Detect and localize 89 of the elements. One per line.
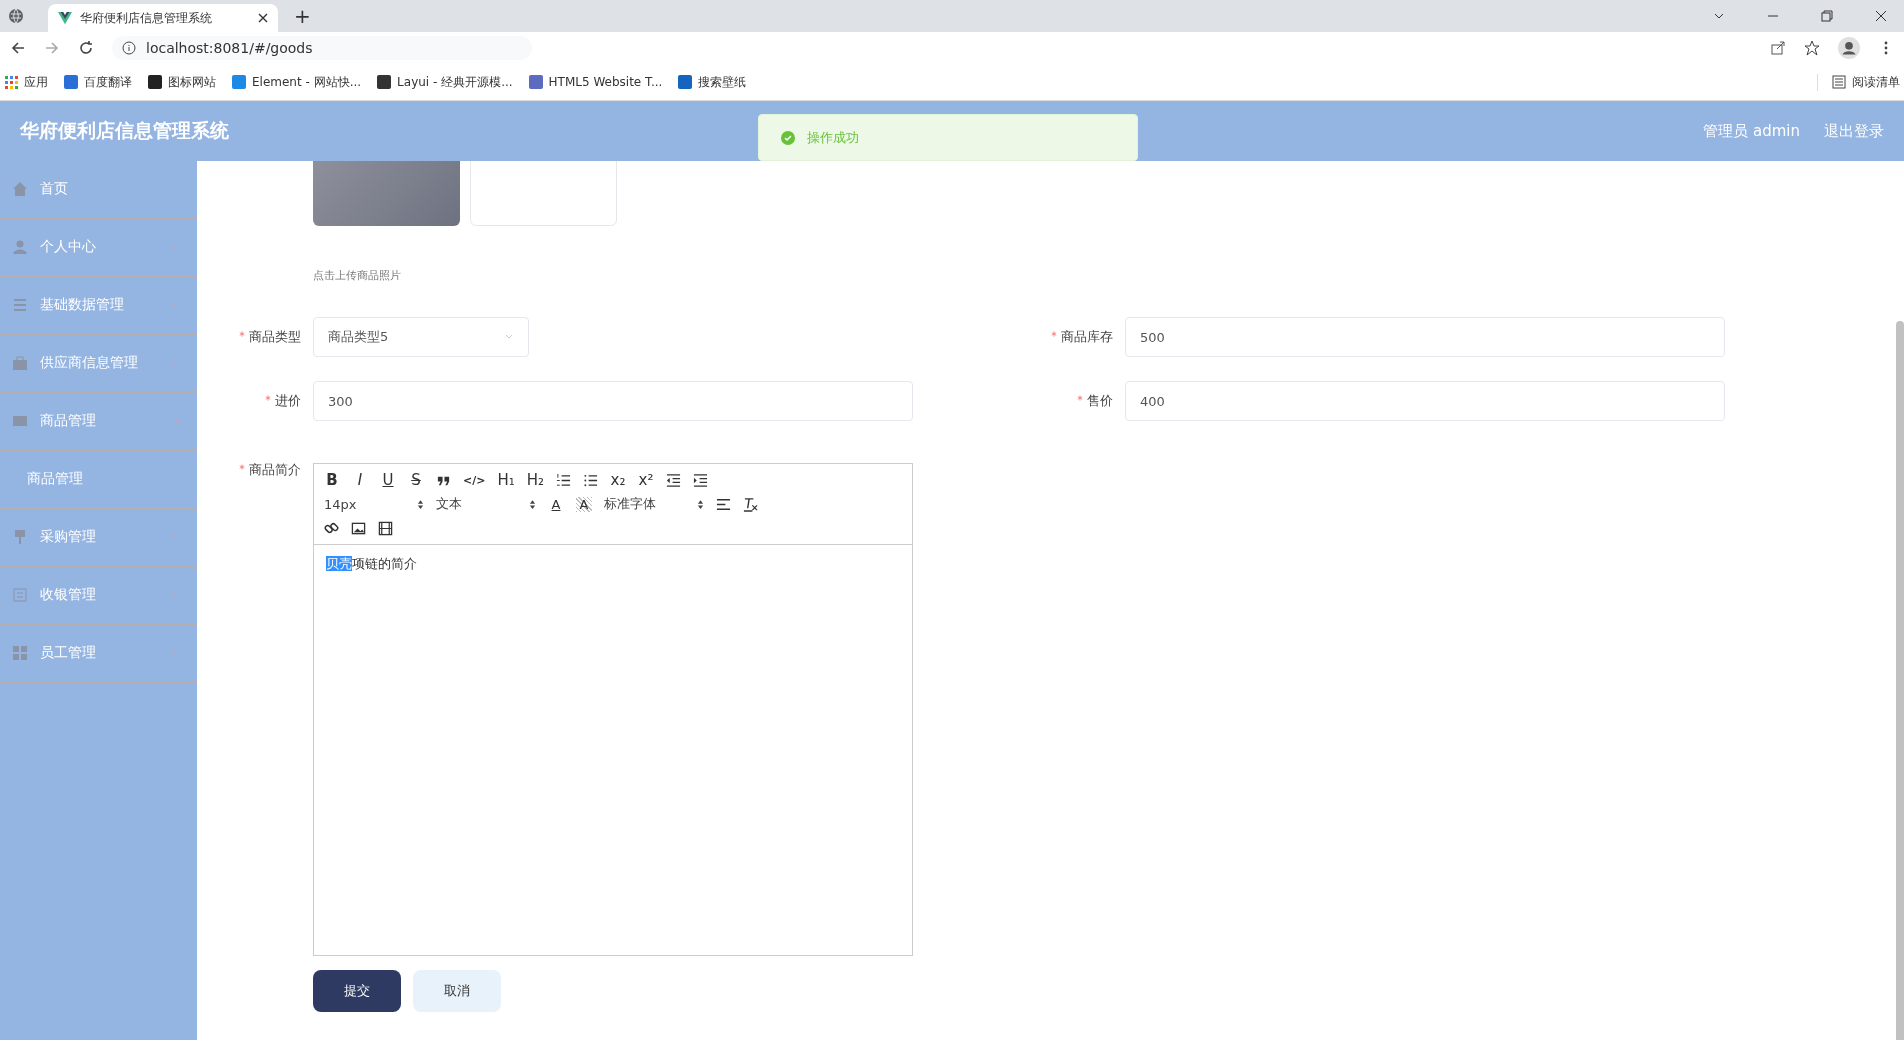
info-icon	[122, 41, 136, 55]
share-icon[interactable]	[1770, 40, 1786, 56]
reading-list-link[interactable]: 阅读清单	[1817, 73, 1900, 91]
field-label: 售价	[1009, 392, 1113, 410]
required-icon	[1077, 395, 1083, 401]
cancel-button[interactable]: 取消	[413, 970, 501, 1012]
site-favicon-icon	[64, 75, 78, 89]
app-title: 华府便利店信息管理系统	[20, 118, 229, 143]
profile-icon[interactable]	[1838, 37, 1860, 59]
bookmark-link[interactable]: Element - 网站快...	[232, 73, 362, 91]
menu-icon	[12, 529, 28, 545]
up-down-arrows-icon	[417, 498, 424, 510]
bookmark-link[interactable]: HTML5 Website T...	[528, 75, 663, 89]
toolbar-button[interactable]: S	[408, 471, 424, 489]
bookmark-link[interactable]: Layui - 经典开源模...	[377, 73, 513, 91]
user-name: 管理员 admin	[1703, 121, 1800, 141]
site-favicon-icon	[377, 75, 392, 89]
up-down-arrows-icon	[529, 498, 536, 510]
menu-icon	[12, 413, 28, 429]
tab-title: 华府便利店信息管理系统	[80, 9, 213, 27]
required-icon	[265, 395, 271, 401]
bookmark-link[interactable]: 应用	[4, 73, 48, 91]
indent-icon[interactable]	[666, 472, 682, 488]
text-field[interactable]: 500	[1125, 317, 1725, 357]
bookmark-link[interactable]: 图标网站	[148, 73, 216, 91]
toolbar-button[interactable]: x₂	[610, 471, 627, 489]
align-left-icon[interactable]	[716, 496, 731, 512]
indent-icon[interactable]	[693, 472, 709, 488]
toolbar-button[interactable]: x²	[638, 471, 655, 489]
text-field[interactable]: 300	[313, 381, 913, 421]
upload-hint: 点击上传商品照片	[313, 268, 402, 283]
image-icon[interactable]	[351, 520, 366, 536]
field-label: 商品类型	[197, 328, 301, 346]
toolbar-button[interactable]: A	[576, 496, 592, 512]
new-tab-button[interactable]: +	[286, 4, 319, 28]
site-favicon-icon	[148, 75, 162, 89]
restore-icon[interactable]	[1820, 9, 1834, 23]
bookmark-link[interactable]: 百度翻译	[64, 73, 132, 91]
menu-icon	[12, 645, 28, 661]
field-label: 进价	[197, 392, 301, 410]
menu-icon	[12, 587, 28, 603]
text-field[interactable]: 400	[1125, 381, 1725, 421]
required-icon	[239, 464, 245, 470]
toolbar-button[interactable]: H₁	[497, 471, 515, 489]
success-toast: 操作成功	[758, 114, 1138, 161]
site-favicon-icon	[678, 75, 693, 89]
submit-button[interactable]: 提交	[313, 970, 401, 1012]
select-field[interactable]: 商品类型5	[313, 317, 529, 357]
field-label: 商品库存	[1009, 328, 1113, 346]
back-arrow-icon[interactable]	[10, 40, 26, 56]
menu-icon	[12, 181, 28, 197]
toolbar-select[interactable]: 14px	[324, 496, 424, 512]
field-label: 商品简介	[197, 461, 301, 479]
bookmark-link[interactable]: 搜索壁纸	[678, 73, 747, 91]
address-field[interactable]: localhost:8081/#/goods	[112, 36, 532, 60]
toolbar-button[interactable]: A	[548, 496, 564, 512]
menu-icon	[12, 297, 28, 313]
menu-icon	[12, 355, 28, 371]
toolbar-button[interactable]: I	[352, 471, 368, 489]
rich-text-editor[interactable]: B I U S </> H₁ H₂ x₂ x² 14px 文本 A A 标准字体 贝壳项链的简介	[313, 463, 913, 956]
close-tab-icon[interactable]	[258, 13, 268, 23]
required-icon	[239, 331, 245, 337]
apps-grid-icon	[4, 75, 18, 89]
toolbar-button[interactable]: </>	[463, 473, 486, 487]
film-icon[interactable]	[378, 520, 393, 536]
site-favicon-icon	[528, 75, 543, 89]
link-icon[interactable]	[324, 520, 339, 536]
up-down-arrows-icon	[697, 498, 704, 510]
globe-icon[interactable]	[8, 8, 24, 24]
list-icon[interactable]	[556, 472, 572, 488]
menu-icon	[12, 239, 28, 255]
toolbar-select[interactable]: 文本	[436, 495, 536, 513]
site-favicon-icon	[232, 75, 246, 89]
browser-tab[interactable]: 华府便利店信息管理系统	[48, 4, 278, 32]
toolbar-button[interactable]: H₂	[526, 471, 545, 489]
list-icon[interactable]	[583, 472, 599, 488]
required-icon	[1051, 331, 1057, 337]
check-circle-icon	[781, 130, 795, 145]
list-icon	[1832, 75, 1846, 89]
toolbar-button[interactable]: B	[324, 471, 340, 489]
reload-icon[interactable]	[78, 40, 94, 56]
toolbar-button[interactable]: U	[380, 471, 396, 489]
clear-format-icon[interactable]	[743, 496, 758, 512]
v-logo-icon	[58, 11, 72, 25]
toolbar-select[interactable]: 标准字体	[604, 495, 704, 513]
star-icon[interactable]	[1804, 40, 1820, 56]
scrollbar[interactable]	[1896, 321, 1904, 1040]
editor-text: 贝壳项链的简介	[326, 555, 418, 573]
close-icon[interactable]	[1874, 9, 1888, 23]
